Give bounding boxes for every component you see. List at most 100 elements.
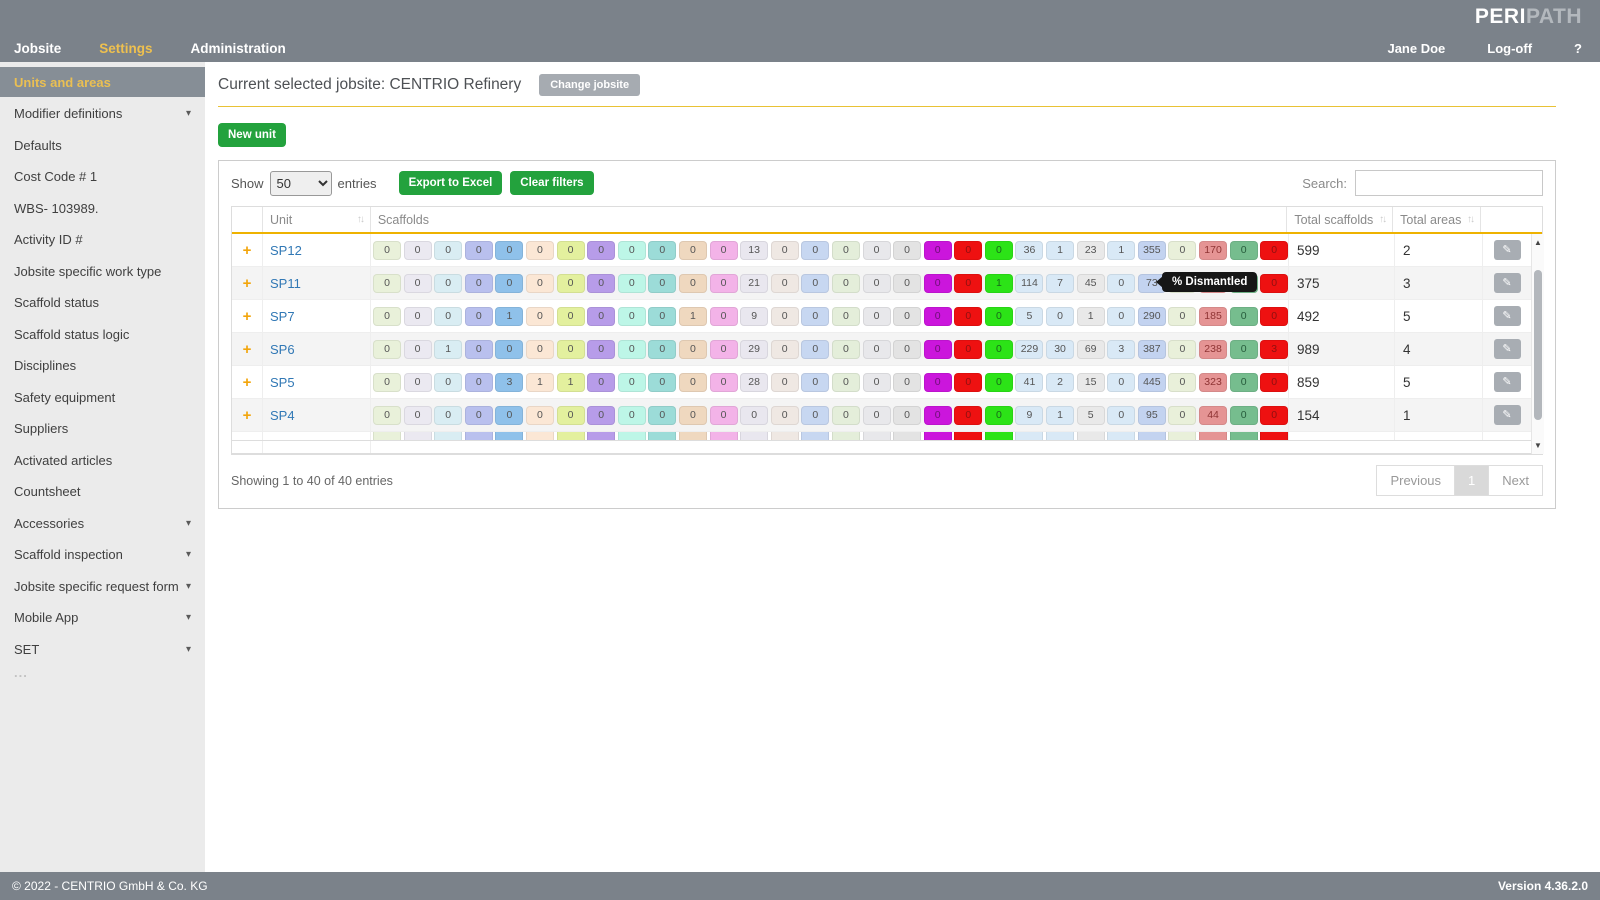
scaffold-count-badge: 0 (1168, 241, 1196, 260)
nav-item-settings[interactable]: Settings (99, 41, 152, 56)
expand-row-button[interactable]: + (232, 341, 262, 358)
previous-page-button[interactable]: Previous (1376, 465, 1455, 496)
scaffold-count-badge: 0 (801, 241, 829, 260)
scaffold-count-badge: 0 (1107, 307, 1135, 326)
sidebar-item-scaffold-status-logic[interactable]: Scaffold status logic (0, 319, 205, 349)
next-page-button[interactable]: Next (1488, 465, 1543, 496)
sidebar-item-activated-articles[interactable]: Activated articles (0, 445, 205, 475)
scaffold-count-badge: 5 (1077, 406, 1105, 425)
clear-filters-button[interactable]: Clear filters (510, 171, 593, 195)
edit-row-button[interactable]: ✎ (1494, 273, 1521, 293)
sidebar-item-item[interactable]: ... (0, 666, 205, 680)
scaffold-count-badge: 0 (495, 274, 523, 293)
edit-row-button[interactable]: ✎ (1494, 240, 1521, 260)
sidebar-item-mobile-app[interactable]: Mobile App ▾ (0, 603, 205, 633)
sidebar-item-cost-code-1[interactable]: Cost Code # 1 (0, 162, 205, 192)
scaffold-count-badge: 1 (495, 307, 523, 326)
sidebar-item-modifier-definitions[interactable]: Modifier definitions ▾ (0, 99, 205, 129)
sidebar-item-safety-equipment[interactable]: Safety equipment (0, 382, 205, 412)
sidebar-item-label: Disciplines (14, 358, 76, 373)
sidebar-item-scaffold-inspection[interactable]: Scaffold inspection ▾ (0, 540, 205, 570)
scaffold-count-badge: 0 (1260, 373, 1288, 392)
sidebar-item-countsheet[interactable]: Countsheet (0, 477, 205, 507)
scaffold-count-badge: 323 (1199, 373, 1227, 392)
scaffold-count-badge: 238 (1199, 340, 1227, 359)
scaffold-count-badge (618, 432, 646, 441)
nav-left: Jobsite Settings Administration (14, 41, 286, 56)
sidebar-item-activity-id[interactable]: Activity ID # (0, 225, 205, 255)
new-unit-button[interactable]: New unit (218, 123, 286, 147)
scaffold-count-badge: 0 (434, 373, 462, 392)
entries-info: Showing 1 to 40 of 40 entries (231, 474, 393, 488)
header-total-scaffolds[interactable]: Total scaffolds ↑↓ (1286, 207, 1392, 232)
unit-link[interactable]: SP12 (270, 243, 302, 258)
unit-link[interactable]: SP4 (270, 408, 295, 423)
sidebar-item-set[interactable]: SET ▾ (0, 634, 205, 664)
unit-link[interactable]: SP11 (270, 276, 301, 291)
expand-row-button[interactable]: + (232, 308, 262, 325)
edit-row-button[interactable]: ✎ (1494, 405, 1521, 425)
page-1-button[interactable]: 1 (1454, 465, 1489, 496)
row-total-scaffolds: 492 (1288, 300, 1394, 332)
scaffold-count-badge: 387 (1138, 340, 1166, 359)
scaffold-count-badge: 0 (557, 307, 585, 326)
scrollbar-up-icon[interactable]: ▲ (1532, 238, 1544, 247)
page-size-select[interactable]: 50 (270, 171, 332, 196)
help-button[interactable]: ? (1574, 41, 1582, 56)
sidebar-item-label: Accessories (14, 516, 84, 531)
unit-link[interactable]: SP5 (270, 375, 295, 390)
scaffold-count-badge (1046, 432, 1074, 441)
nav-item-jobsite[interactable]: Jobsite (14, 41, 61, 56)
scaffold-count-badge: 0 (648, 274, 676, 293)
sidebar-item-defaults[interactable]: Defaults (0, 130, 205, 160)
scaffold-count-badge: 0 (924, 241, 952, 260)
scaffold-count-badge: 0 (985, 406, 1013, 425)
table-scrollbar[interactable]: ▲ ▼ (1531, 234, 1544, 454)
edit-row-button[interactable]: ✎ (1494, 372, 1521, 392)
scrollbar-thumb[interactable] (1534, 270, 1542, 420)
expand-row-button[interactable]: + (232, 275, 262, 292)
units-table-panel: Show 50 entries Export to Excel Clear fi… (218, 160, 1556, 509)
scaffold-count-badge: 0 (1046, 307, 1074, 326)
scaffold-count-badge: 0 (495, 241, 523, 260)
chevron-down-icon: ▾ (186, 644, 191, 655)
row-total-areas: 1 (1394, 399, 1482, 431)
sidebar-nav: Units and areas Modifier definitions ▾ D… (0, 62, 205, 872)
sidebar-item-accessories[interactable]: Accessories ▾ (0, 508, 205, 538)
scaffold-count-badge (1199, 432, 1227, 441)
expand-row-button[interactable]: + (232, 242, 262, 259)
expand-row-button[interactable]: + (232, 407, 262, 424)
unit-link[interactable]: SP7 (270, 309, 295, 324)
scaffold-count-badge: 0 (679, 274, 707, 293)
scaffold-count-badge: 1 (1107, 241, 1135, 260)
export-to-excel-button[interactable]: Export to Excel (399, 171, 503, 195)
header-unit[interactable]: Unit ↑↓ (262, 207, 370, 232)
edit-row-button[interactable]: ✎ (1494, 339, 1521, 359)
nav-item-administration[interactable]: Administration (191, 41, 286, 56)
scaffold-count-badge: 0 (465, 373, 493, 392)
scaffold-count-badge (648, 432, 676, 441)
row-total-scaffolds: 989 (1288, 333, 1394, 365)
header-total-areas[interactable]: Total areas ↑↓ (1392, 207, 1480, 232)
scaffold-count-badge: 0 (587, 241, 615, 260)
search-input[interactable] (1355, 170, 1543, 196)
sidebar-item-suppliers[interactable]: Suppliers (0, 414, 205, 444)
user-menu[interactable]: Jane Doe (1387, 41, 1445, 56)
scaffold-count-badge: 0 (679, 373, 707, 392)
edit-row-button[interactable]: ✎ (1494, 306, 1521, 326)
sidebar-item-disciplines[interactable]: Disciplines (0, 351, 205, 381)
sidebar-item-units-and-areas[interactable]: Units and areas (0, 67, 205, 97)
scrollbar-down-icon[interactable]: ▼ (1532, 441, 1544, 450)
change-jobsite-button[interactable]: Change jobsite (539, 74, 640, 96)
sidebar-item-scaffold-status[interactable]: Scaffold status (0, 288, 205, 318)
sidebar-item-wbs-103989[interactable]: WBS- 103989. (0, 193, 205, 223)
sidebar-item-jobsite-specific-work-type[interactable]: Jobsite specific work type (0, 256, 205, 286)
scaffold-count-badge (771, 432, 799, 441)
scaffold-count-badge: 0 (404, 274, 432, 293)
unit-link[interactable]: SP6 (270, 342, 295, 357)
peripath-logo: PERIPATH (1475, 5, 1582, 29)
sidebar-item-jobsite-specific-request-form[interactable]: Jobsite specific request form ▾ (0, 571, 205, 601)
logoff-button[interactable]: Log-off (1487, 41, 1532, 56)
show-label: Show (231, 176, 264, 191)
expand-row-button[interactable]: + (232, 374, 262, 391)
